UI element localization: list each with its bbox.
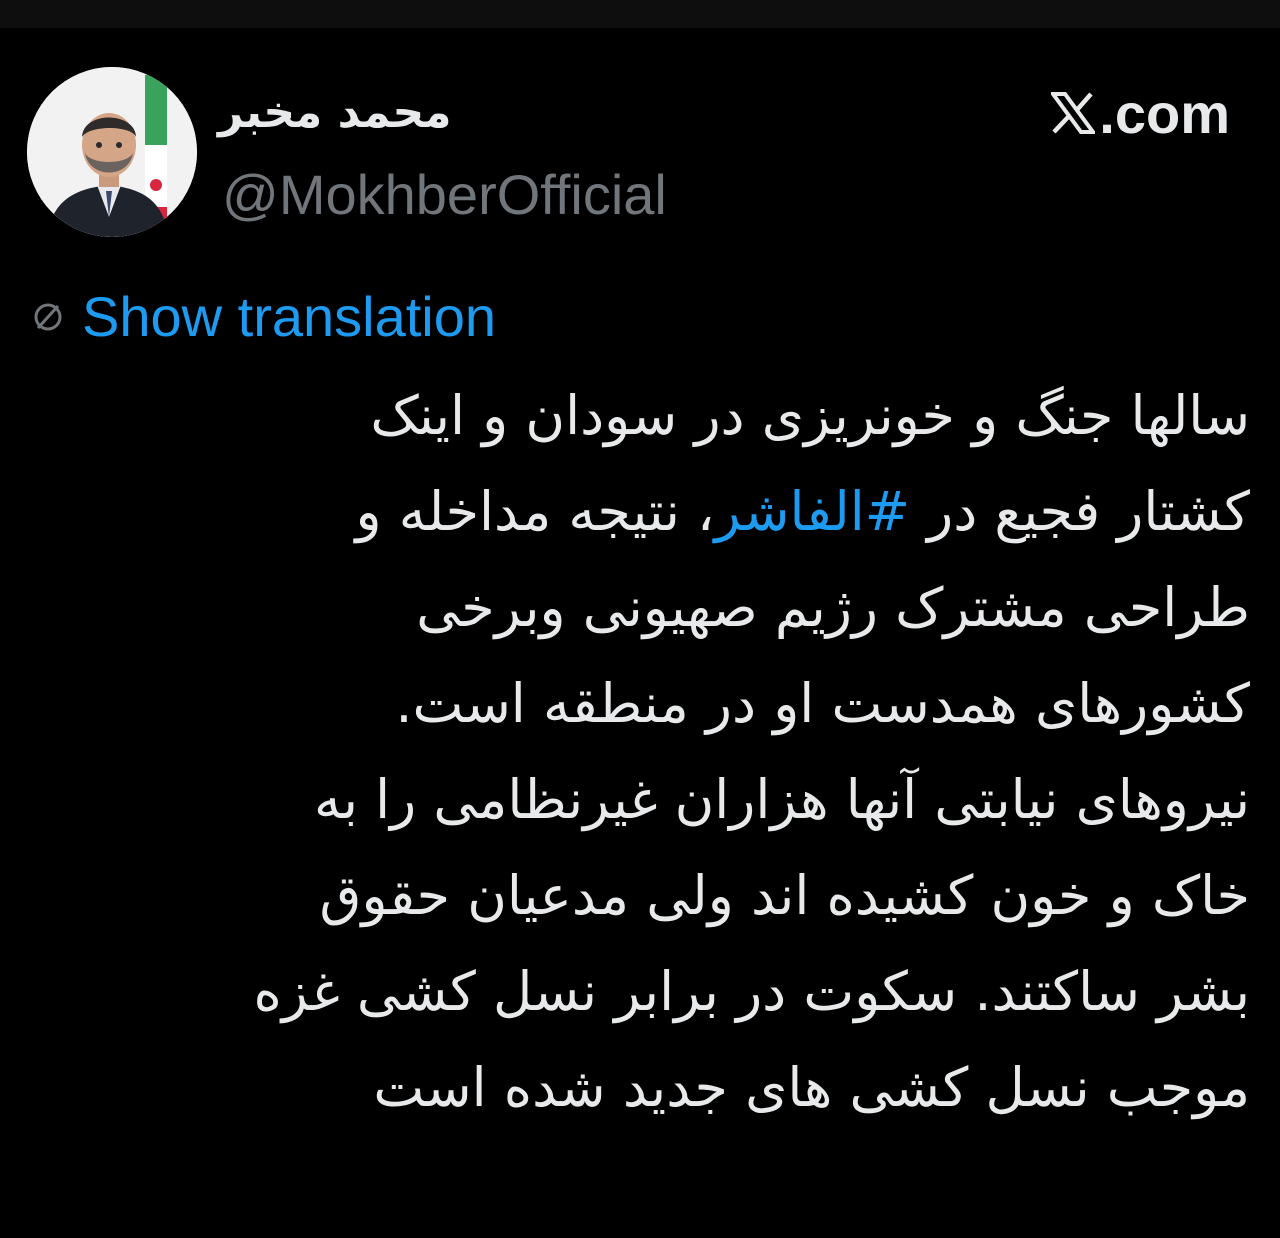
author-avatar[interactable] (27, 67, 197, 237)
hashtag-link[interactable]: #الفاشر (714, 480, 910, 543)
tweet-text-segment: ، نتیجه مداخله و (355, 480, 715, 543)
x-logo-icon (1051, 92, 1096, 134)
tweet-line: موجب نسل کشی های جدید شده است (373, 1056, 1250, 1119)
x-brand: .com (1051, 78, 1230, 148)
show-translation-link[interactable]: Show translation (82, 282, 496, 352)
tweet-line: خاک و خون کشیده اند ولی مدعیان حقوق (319, 864, 1250, 927)
tweet-line: طراحی مشترک رژیم صهیونی وبرخی (416, 576, 1250, 639)
translate-globe-icon (34, 303, 62, 331)
tweet-line: نیروهای نیابتی آنها هزاران غیرنظامی را ب… (314, 768, 1250, 831)
translation-row[interactable]: Show translation (28, 282, 496, 352)
author-display-name[interactable]: محمد مخبر (218, 78, 558, 148)
tweet-line: سالها جنگ و خونریزی در سودان و اینک (370, 384, 1250, 447)
author-handle[interactable]: @MokhberOfficial (222, 160, 667, 230)
tweet-line: کشورهای همدست او در منطقه است. (395, 672, 1250, 735)
tweet-text-segment: کشتار فجیع در (909, 480, 1250, 543)
top-bar (0, 0, 1280, 28)
brand-domain: .com (1099, 81, 1230, 145)
tweet-text: سالها جنگ و خونریزی در سودان و اینک کشتا… (40, 368, 1250, 1136)
tweet-line: کشتار فجیع در #الفاشر، نتیجه مداخله و (40, 464, 1250, 560)
tweet-line: بشر ساکتند. سکوت در برابر نسل کشی غزه (253, 960, 1250, 1023)
user-avatar-photo-icon (27, 67, 197, 237)
